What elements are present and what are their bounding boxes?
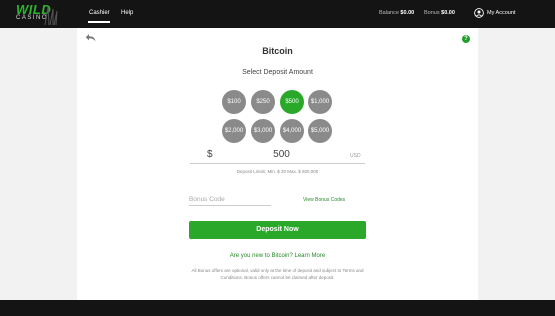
footer-bar <box>0 300 555 316</box>
bonus-code-input[interactable] <box>189 194 271 206</box>
nav-help[interactable]: Help <box>121 9 133 17</box>
balance-display: Balance $0.00 <box>379 10 414 17</box>
wild-casino-logo[interactable]: WILD CASINO <box>14 3 64 25</box>
top-bar: WILD CASINO Cashier Help Balance $0.00 B… <box>0 0 555 28</box>
amount-option-4000[interactable]: $4,000 <box>280 119 304 143</box>
learn-more-link[interactable]: Are you new to Bitcoin? Learn More <box>0 252 555 260</box>
amount-option-2000[interactable]: $2,000 <box>222 119 246 143</box>
view-bonus-codes-link[interactable]: View Bonus Codes <box>303 197 345 203</box>
deposit-now-button[interactable]: Deposit Now <box>189 221 366 239</box>
amount-option-1000[interactable]: $1,000 <box>308 90 332 114</box>
active-tab-indicator <box>88 21 110 23</box>
page-title: Bitcoin <box>262 46 293 56</box>
nav-cashier[interactable]: Cashier <box>89 9 110 17</box>
balance-value: $0.00 <box>400 10 415 16</box>
back-arrow-icon[interactable] <box>85 33 97 43</box>
deposit-amount-input[interactable] <box>215 147 348 161</box>
bonus-balance-display: Bonus $0.00 <box>424 10 455 17</box>
amount-option-100[interactable]: $100 <box>222 90 246 114</box>
amount-option-3000[interactable]: $3,000 <box>251 119 275 143</box>
section-subtitle: Select Deposit Amount <box>242 69 313 76</box>
amount-option-250[interactable]: $250 <box>251 90 275 114</box>
balance-label: Balance <box>379 10 399 16</box>
bonus-value: $0.00 <box>441 10 455 16</box>
currency-symbol: $ <box>207 149 213 160</box>
bonus-disclaimer: All Bonus offers are optional, valid onl… <box>191 268 364 280</box>
amount-option-5000[interactable]: $5,000 <box>308 119 332 143</box>
help-icon[interactable]: ? <box>462 35 470 43</box>
amount-underline <box>190 163 365 164</box>
bonus-label: Bonus <box>424 10 440 16</box>
grass-icon <box>44 6 58 25</box>
amount-option-500[interactable]: $500 <box>280 90 304 114</box>
deposit-limits: Deposit Limits: Min. $ 20 Max. $ 500,000 <box>236 169 319 174</box>
currency-code: USD <box>350 153 361 159</box>
user-icon <box>474 8 484 18</box>
my-account-label: My Account <box>487 10 516 16</box>
